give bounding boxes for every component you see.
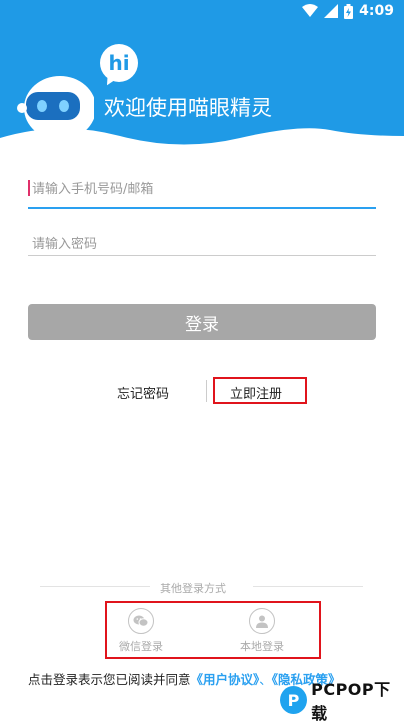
divider-right xyxy=(253,586,363,587)
battery-icon xyxy=(344,3,354,19)
login-button[interactable]: 登录 xyxy=(28,304,376,340)
user-icon xyxy=(249,608,275,634)
wechat-login-button[interactable]: 微信登录 xyxy=(106,608,176,654)
welcome-title: 欢迎使用喵眼精灵 xyxy=(104,96,272,120)
signal-icon xyxy=(324,4,339,18)
phone-input-underline xyxy=(28,207,376,209)
agreement-separator: 、 xyxy=(259,672,272,687)
wifi-icon xyxy=(302,4,319,17)
pcpop-watermark: P PCPOP下载 xyxy=(280,680,404,723)
local-login-label: 本地登录 xyxy=(240,640,284,653)
link-divider xyxy=(206,380,207,402)
local-login-button[interactable]: 本地登录 xyxy=(227,608,297,654)
hi-bubble: hi xyxy=(100,44,138,82)
wechat-login-label: 微信登录 xyxy=(119,640,163,653)
other-login-title: 其他登录方式 xyxy=(160,582,226,595)
register-link[interactable]: 立即注册 xyxy=(230,383,282,402)
password-input-underline xyxy=(28,255,376,256)
divider-left xyxy=(40,586,150,587)
status-bar: 4:09 xyxy=(0,0,404,24)
phone-email-input[interactable] xyxy=(28,174,376,204)
forgot-password-link[interactable]: 忘记密码 xyxy=(117,383,169,402)
agreement-prefix: 点击登录表示您已阅读并同意 xyxy=(28,672,191,687)
wechat-icon xyxy=(128,608,154,634)
pcpop-logo-icon: P xyxy=(280,686,308,714)
status-time: 4:09 xyxy=(359,3,394,19)
mascot-icon xyxy=(17,76,94,164)
user-agreement-link[interactable]: 《用户协议》 xyxy=(191,672,260,687)
watermark-text: PCPOP下载 xyxy=(311,680,391,723)
